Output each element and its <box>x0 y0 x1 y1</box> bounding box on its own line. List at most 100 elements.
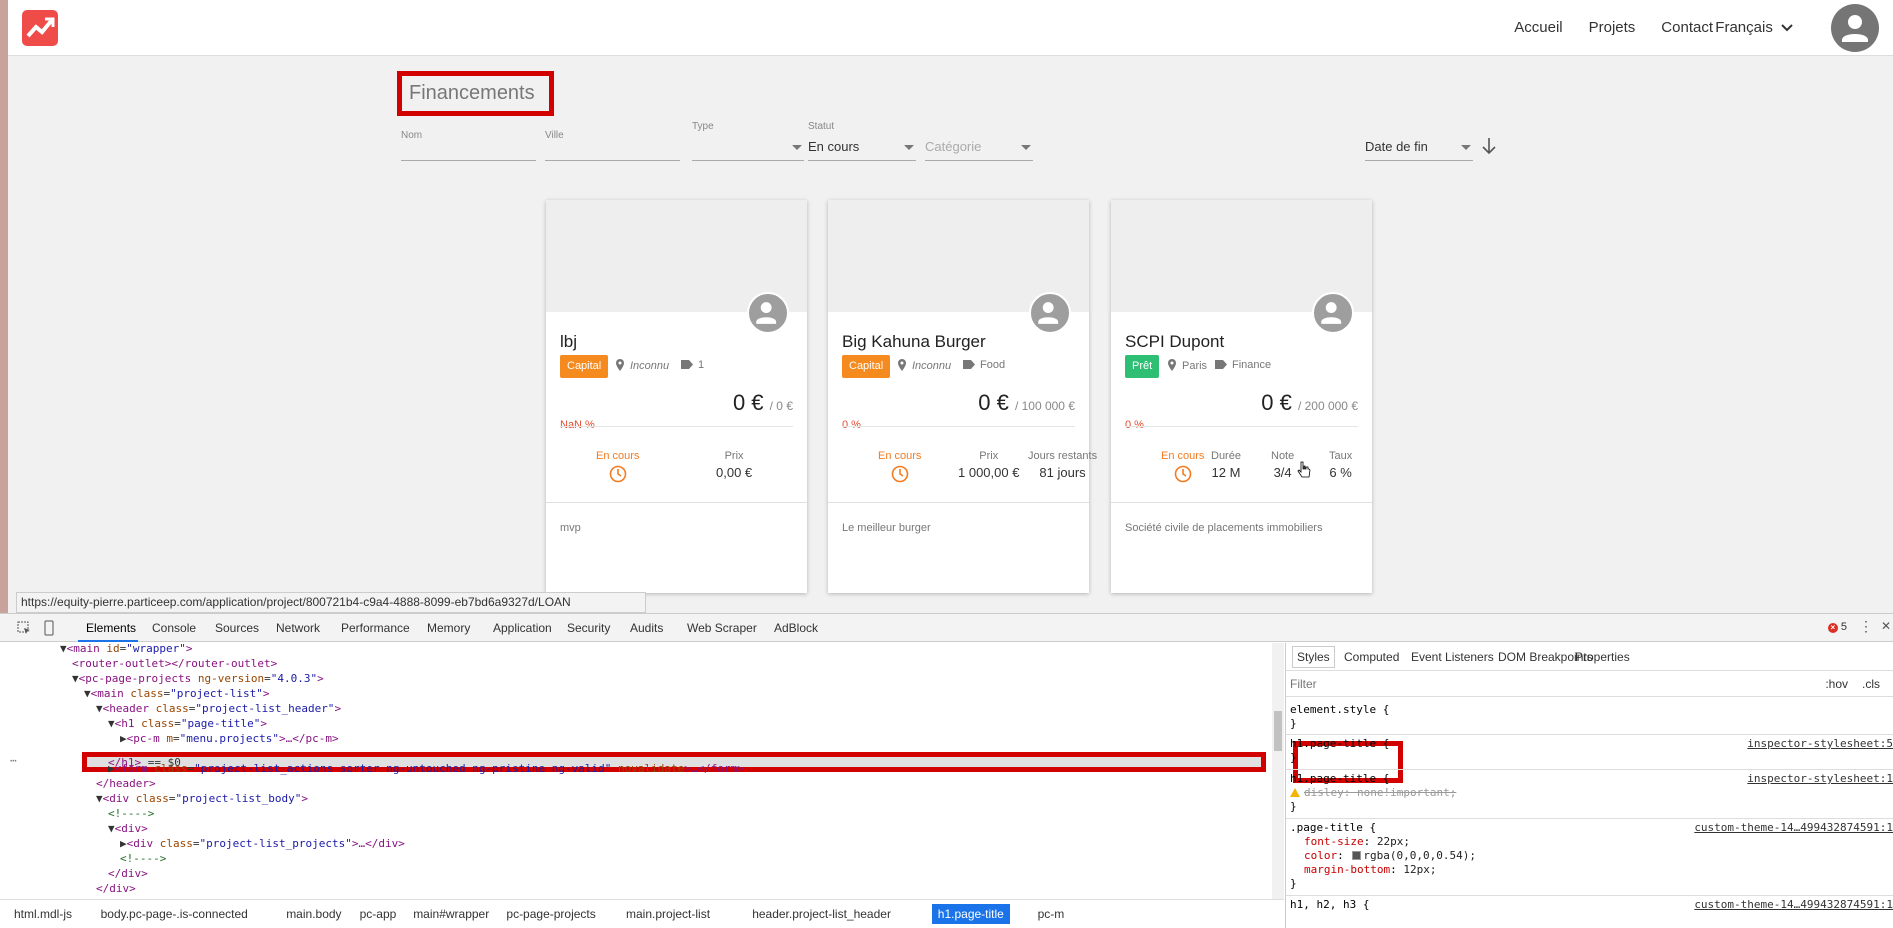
dom-node[interactable]: ▼<div> <box>0 821 1260 836</box>
type-badge: Prêt <box>1125 355 1160 378</box>
funding-percent: 0 % <box>842 419 861 431</box>
logo-icon[interactable] <box>22 10 58 46</box>
dom-node[interactable]: <!----> <box>0 851 1260 866</box>
breadcrumb-h1-page-title[interactable]: h1.page-title <box>931 904 1010 924</box>
dom-scrollbar[interactable] <box>1272 643 1284 899</box>
dom-tree[interactable]: ⋯ ▼<main id="wrapper"> <router-outlet></r… <box>0 643 1272 899</box>
devtools-tab-sources[interactable]: Sources <box>215 621 259 635</box>
hov-toggle[interactable]: :hov <box>1825 677 1848 691</box>
dom-node[interactable]: </header> <box>0 776 1260 791</box>
close-icon[interactable]: ✕ <box>1881 619 1891 633</box>
dom-node[interactable]: </div> <box>0 881 1260 896</box>
styles-tab-styles[interactable]: Styles <box>1292 646 1335 668</box>
rule-source-link[interactable]: custom-theme-14…499432874591:1 <box>1694 898 1893 911</box>
css-property[interactable]: font-size: 22px; <box>1304 835 1410 849</box>
rule-selector[interactable]: h1, h2, h3 { <box>1290 898 1369 912</box>
filter-statut[interactable]: Statut En cours <box>808 119 916 162</box>
nav-accueil[interactable]: Accueil <box>1514 19 1562 36</box>
devtools-tab-audits[interactable]: Audits <box>630 621 663 635</box>
dom-node[interactable]: ▶<pc-m m="menu.projects">…</pc-m> <box>0 731 1260 746</box>
window-edge <box>0 0 8 620</box>
devtools-tab-memory[interactable]: Memory <box>427 621 470 635</box>
card-title[interactable]: Big Kahuna Burger <box>842 332 986 352</box>
filter-type[interactable]: Type <box>692 119 804 162</box>
error-count[interactable]: × 5 <box>1827 621 1847 633</box>
rule-source-link[interactable]: inspector-stylesheet:5 <box>1747 737 1893 750</box>
card-category: Food <box>963 359 1005 371</box>
sort-select[interactable]: Date de fin <box>1365 119 1473 162</box>
devtools-tab-security[interactable]: Security <box>567 621 610 635</box>
dom-node[interactable]: ▼<div class="project-list_body"> <box>0 791 1260 806</box>
filter-nom[interactable]: Nom <box>401 128 536 162</box>
devtools-tab-network[interactable]: Network <box>276 621 320 635</box>
styles-tab-properties[interactable]: Properties <box>1575 650 1630 664</box>
element-style-rule[interactable]: element.style { <box>1290 703 1389 717</box>
project-card[interactable]: lbj Capital Inconnu 1 0 € / 0 € NaN % En cours… <box>546 200 807 593</box>
devtools-tab-application[interactable]: Application <box>493 621 552 635</box>
rule-source-link[interactable]: inspector-stylesheet:1 <box>1747 772 1893 785</box>
breadcrumb-pc-m[interactable]: pc-m <box>1038 907 1065 921</box>
dom-node[interactable]: ▼<h1 class="page-title"> <box>0 716 1260 731</box>
tag-icon <box>963 360 975 369</box>
owner-avatar[interactable] <box>1312 292 1354 334</box>
card-location: Inconnu <box>615 359 669 372</box>
styles-tab-computed[interactable]: Computed <box>1344 650 1399 664</box>
breadcrumb-body-pc-page-is-connected[interactable]: body.pc-page-.is-connected <box>101 907 248 921</box>
breadcrumb-header-project-list-header[interactable]: header.project-list_header <box>752 907 891 921</box>
devtools-tab-adblock[interactable]: AdBlock <box>774 621 818 635</box>
rule-selector[interactable]: .page-title { <box>1290 821 1376 835</box>
card-category: 1 <box>681 359 704 371</box>
color-swatch-icon[interactable] <box>1352 851 1362 860</box>
rule-selector[interactable]: h1.page-title { <box>1290 737 1389 751</box>
css-property[interactable]: margin-bottom: 12px; <box>1304 863 1436 877</box>
devtools-tab-console[interactable]: Console <box>152 621 196 635</box>
device-toolbar-icon[interactable] <box>41 620 57 636</box>
dom-node[interactable]: ▼<main class="project-list"> <box>0 686 1260 701</box>
user-avatar[interactable] <box>1831 4 1879 52</box>
css-property[interactable]: color: rgba(0,0,0,0.54); <box>1304 849 1476 863</box>
stat-note: Note 3/4 <box>1271 450 1295 480</box>
dom-node[interactable]: <!----> <box>0 806 1260 821</box>
breadcrumb-html-mdl-js[interactable]: html.mdl-js <box>14 907 72 921</box>
filter-ville[interactable]: Ville <box>545 128 680 162</box>
dom-node[interactable]: ▶<form class="project-list_actions sorte… <box>0 761 1260 776</box>
filter-categorie[interactable]: Catégorie <box>925 119 1033 162</box>
breadcrumb-pc-app[interactable]: pc-app <box>360 907 397 921</box>
card-title[interactable]: SCPI Dupont <box>1125 332 1224 352</box>
styles-filter[interactable]: Filter :hov .cls <box>1286 671 1893 697</box>
sort-direction-icon[interactable] <box>1482 137 1496 155</box>
dom-node[interactable]: ▼<main id="wrapper"> <box>0 643 1260 656</box>
language-selector[interactable]: Français <box>1715 19 1793 36</box>
project-card[interactable]: SCPI Dupont Prêt Paris Finance 0 € / 200 000… <box>1111 200 1372 593</box>
nav-projets[interactable]: Projets <box>1589 19 1636 36</box>
dom-node[interactable]: ▼<pc-page-projects ng-version="4.0.3"> <box>0 671 1260 686</box>
dom-node[interactable]: </div> <box>0 866 1260 881</box>
dom-node[interactable]: <router-outlet></router-outlet> <box>0 656 1260 671</box>
invalid-property[interactable]: disley: none!important; <box>1304 786 1456 799</box>
breadcrumb-main-body[interactable]: main.body <box>286 907 341 921</box>
rule-selector[interactable]: h1.page-title { <box>1290 772 1389 786</box>
scroll-thumb[interactable] <box>1274 711 1282 751</box>
rule-source-link[interactable]: custom-theme-14…499432874591:1 <box>1694 821 1893 834</box>
inspect-element-icon[interactable] <box>16 620 32 636</box>
user-icon <box>1038 302 1059 324</box>
more-options-icon[interactable]: ⋮ <box>1859 618 1873 635</box>
devtools-tab-elements[interactable]: Elements <box>86 621 136 635</box>
breadcrumb-main-project-list[interactable]: main.project-list <box>626 907 710 921</box>
breadcrumb: html.mdl-js body.pc-page-.is-connected mai… <box>0 899 1284 928</box>
devtools-tab-performance[interactable]: Performance <box>341 621 410 635</box>
filter-nom-label: Nom <box>401 130 423 141</box>
card-title[interactable]: lbj <box>560 332 577 352</box>
project-card[interactable]: Big Kahuna Burger Capital Inconnu Food 0 € /… <box>828 200 1097 593</box>
breadcrumb-main-wrapper[interactable]: main#wrapper <box>413 907 489 921</box>
cls-toggle[interactable]: .cls <box>1862 677 1880 691</box>
dom-node[interactable]: ▼<header class="project-list_header"> <box>0 701 1260 716</box>
dom-node[interactable]: ▶<div class="project-list_projects">…</d… <box>0 836 1260 851</box>
devtools-tab-web-scraper[interactable]: Web Scraper <box>687 621 757 635</box>
breadcrumb-pc-page-projects[interactable]: pc-page-projects <box>506 907 595 921</box>
styles-tab-event-listeners[interactable]: Event Listeners <box>1411 650 1494 664</box>
nav-contact[interactable]: Contact <box>1661 19 1713 36</box>
status-indicator: En cours <box>878 450 921 483</box>
owner-avatar[interactable] <box>1029 292 1071 334</box>
owner-avatar[interactable] <box>747 292 789 334</box>
